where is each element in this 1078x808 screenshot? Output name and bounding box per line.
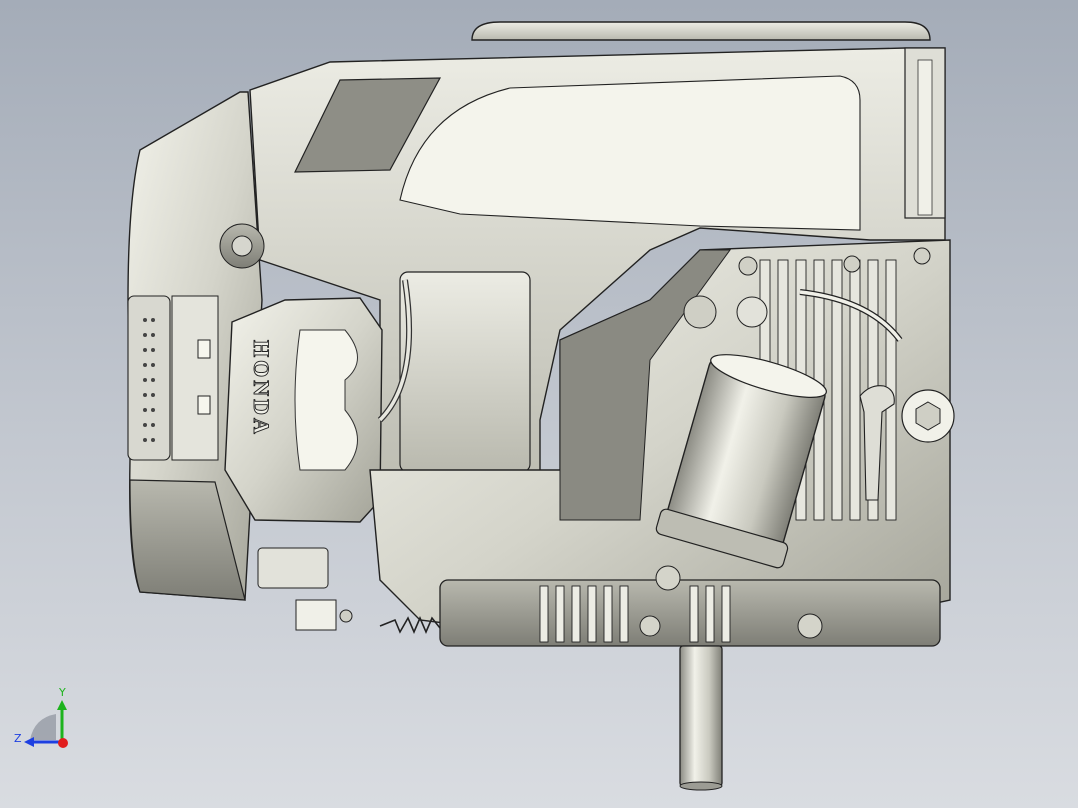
triad-arc [30, 714, 56, 740]
crankshaft[interactable] [679, 645, 723, 787]
cad-viewport[interactable]: HONDA Y Z [0, 0, 1078, 808]
throttle-spring [379, 615, 441, 635]
top-cover[interactable] [471, 21, 931, 41]
air-grille [127, 295, 171, 461]
sump-bolt-1 [655, 565, 681, 591]
bolt-2 [683, 295, 717, 329]
sump-bolt-2 [639, 615, 661, 637]
grille-tab-1 [197, 339, 211, 359]
grille-tab-2 [197, 395, 211, 415]
x-axis-dot [58, 738, 68, 748]
right-frame-slot [917, 59, 933, 216]
bolt-4 [843, 255, 861, 273]
crankshaft-end [679, 781, 723, 791]
bolt-3 [736, 296, 768, 328]
bolt-5 [913, 247, 931, 265]
intake-block[interactable] [399, 271, 531, 473]
z-axis-arrow [24, 737, 34, 747]
y-axis-arrow [57, 700, 67, 710]
engine-model[interactable]: HONDA [0, 0, 1078, 808]
grille-side [171, 295, 219, 461]
z-axis-label: Z [14, 732, 22, 745]
honda-logo: HONDA [249, 340, 274, 437]
orientation-triad[interactable]: Y Z [10, 684, 80, 754]
y-axis-label: Y [58, 686, 66, 699]
sump-bolt-3 [797, 613, 823, 639]
mount-bolt-left-inner [231, 235, 253, 257]
bolt-1 [738, 256, 758, 276]
governor-linkage[interactable] [257, 547, 353, 631]
